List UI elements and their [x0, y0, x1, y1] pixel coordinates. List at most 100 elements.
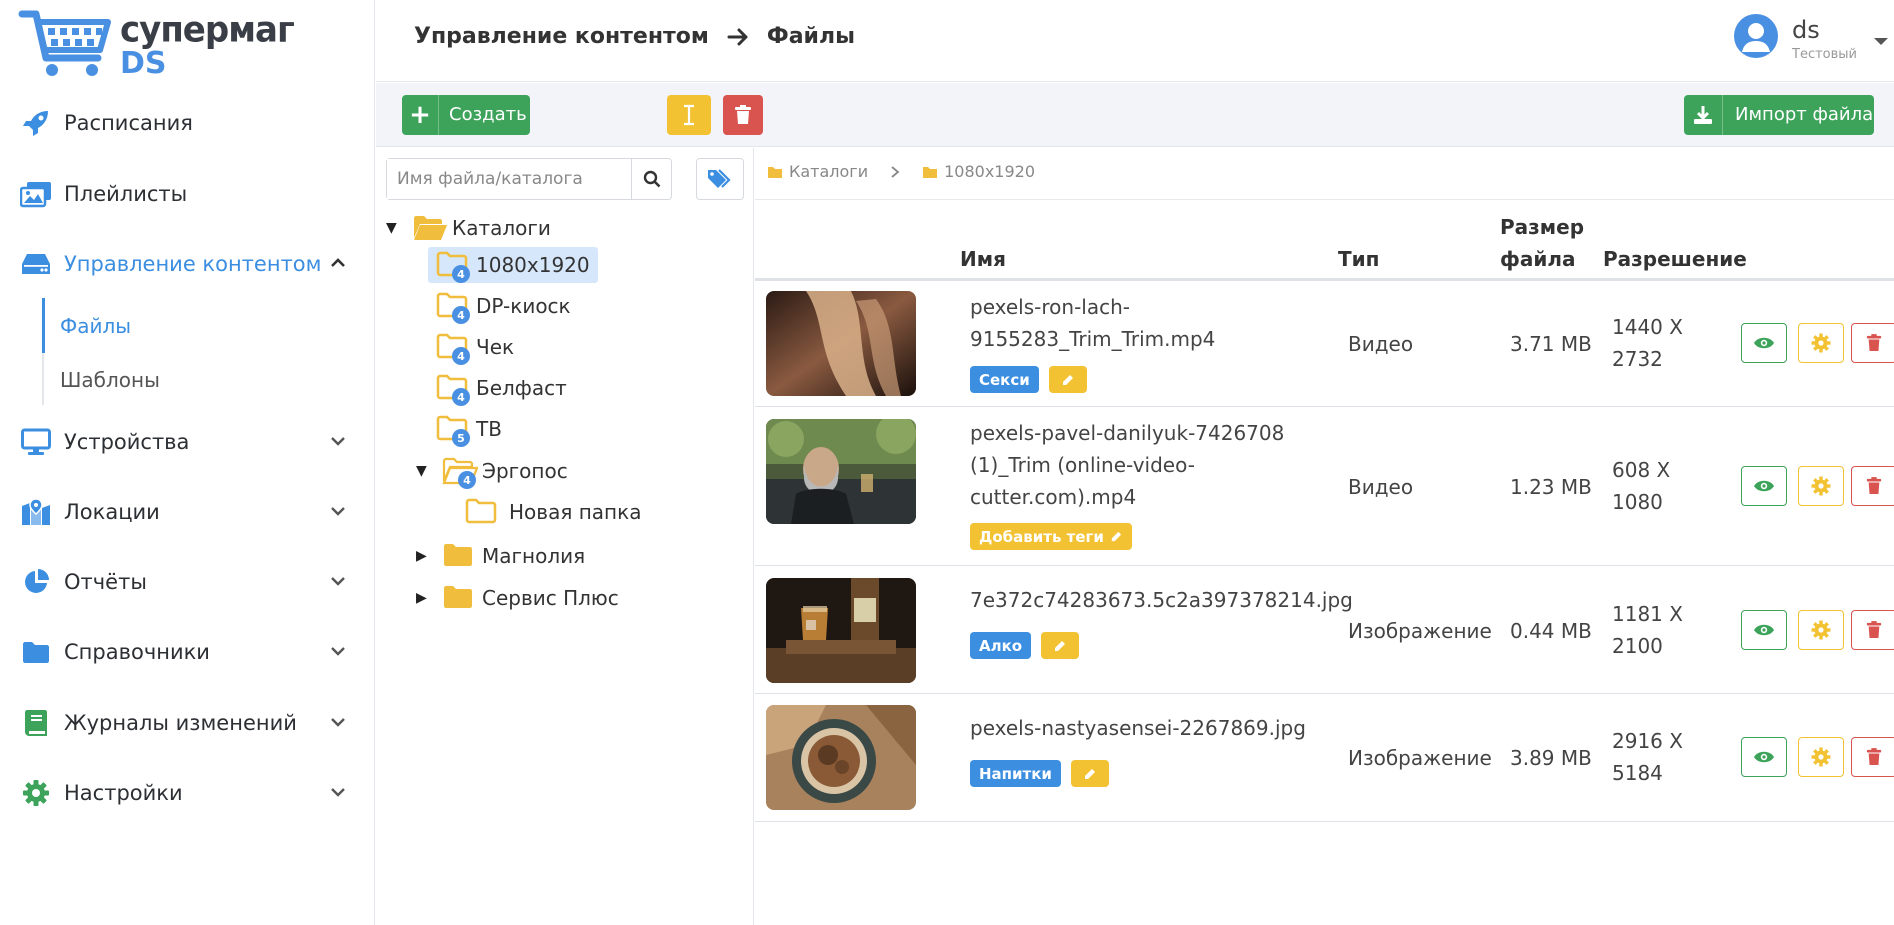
- edit-tags-button[interactable]: [1041, 632, 1080, 659]
- folder-outline-icon: 4: [436, 292, 472, 324]
- file-thumbnail[interactable]: [766, 291, 916, 396]
- search-input[interactable]: [387, 159, 632, 199]
- search-button[interactable]: [631, 159, 671, 199]
- table-row[interactable]: pexels-nastyasensei-2267869.jpg Напитки …: [755, 695, 1894, 822]
- file-thumbnail[interactable]: [766, 705, 916, 810]
- crumb-current[interactable]: 1080x1920: [922, 162, 1035, 181]
- chevron-down-icon: [331, 437, 345, 446]
- sidebar-item-locations[interactable]: Локации: [0, 487, 375, 537]
- sidebar-item-schedules[interactable]: Расписания: [0, 98, 375, 148]
- delete-file-button[interactable]: [1851, 737, 1894, 777]
- settings-button[interactable]: [1798, 610, 1844, 650]
- sidebar-item-references[interactable]: Справочники: [0, 627, 375, 677]
- column-header-resolution[interactable]: Разрешение: [1603, 247, 1747, 271]
- file-thumbnail[interactable]: [766, 419, 916, 524]
- chevron-down-icon: [331, 788, 345, 797]
- column-header-size-line2[interactable]: файла: [1500, 247, 1576, 271]
- tree-node-folder[interactable]: 4 1080x1920: [428, 247, 598, 283]
- delete-file-button[interactable]: [1851, 466, 1894, 506]
- tree-node-folder[interactable]: ▼ 4 Эргопос: [416, 453, 568, 489]
- tag-badge[interactable]: Секси: [970, 366, 1039, 393]
- table-row[interactable]: 7e372c74283673.5c2a397378214.jpg Алко Из…: [755, 567, 1894, 694]
- preview-button[interactable]: [1741, 466, 1787, 506]
- caret-down-icon: ▼: [416, 463, 427, 479]
- top-header: Управление контентом Файлы ds Тестовый: [376, 0, 1894, 82]
- tree-node-folder[interactable]: 4 DP-киоск: [436, 288, 571, 324]
- folder-icon: [768, 166, 782, 178]
- create-button[interactable]: + Создать: [402, 95, 530, 135]
- table-row[interactable]: pexels-ron-lach- 9155283_Trim_Trim.mp4 С…: [755, 281, 1894, 407]
- folder-outline-icon: 4: [436, 251, 472, 283]
- preview-button[interactable]: [1741, 737, 1787, 777]
- file-size: 1.23 MB: [1510, 475, 1592, 499]
- preview-button[interactable]: [1741, 323, 1787, 363]
- file-type: Видео: [1348, 332, 1414, 356]
- sidebar-item-reports[interactable]: Отчёты: [0, 557, 375, 607]
- column-header-size-line1[interactable]: Размер: [1500, 215, 1584, 239]
- pie-chart-icon: [20, 566, 52, 598]
- delete-file-button[interactable]: [1851, 610, 1894, 650]
- sidebar-item-settings[interactable]: Настройки: [0, 768, 375, 818]
- settings-button[interactable]: [1798, 323, 1844, 363]
- submenu-line: [42, 353, 44, 405]
- edit-tags-button[interactable]: [1070, 760, 1109, 787]
- gear-icon: [1811, 747, 1831, 767]
- pencil-icon: [1055, 640, 1066, 651]
- import-file-button[interactable]: Импорт файла: [1684, 95, 1874, 135]
- eye-icon: [1754, 480, 1774, 492]
- file-type: Видео: [1348, 475, 1414, 499]
- tree-node-folder[interactable]: 4 Чек: [436, 329, 514, 365]
- gear-icon: [1811, 333, 1831, 353]
- file-name-line: pexels-pavel-danilyuk-7426708: [970, 421, 1285, 445]
- rename-button[interactable]: [667, 95, 711, 135]
- add-tags-button[interactable]: Добавить теги: [970, 523, 1132, 550]
- sidebar-subitem-files[interactable]: Файлы: [60, 314, 131, 338]
- sidebar-item-content-management[interactable]: Управление контентом: [0, 239, 375, 289]
- tree-node-folder[interactable]: ▶ Сервис Плюс: [416, 580, 619, 616]
- rocket-icon: [20, 107, 52, 139]
- page-title: Файлы: [766, 24, 855, 49]
- preview-button[interactable]: [1741, 610, 1787, 650]
- file-thumbnail[interactable]: [766, 578, 916, 683]
- table-row[interactable]: pexels-pavel-danilyuk-7426708 (1)_Trim (…: [755, 408, 1894, 566]
- file-resolution: 2916 X 5184: [1612, 725, 1683, 789]
- tree-node-folder[interactable]: 4 Белфаст: [436, 370, 567, 406]
- delete-button[interactable]: [723, 95, 763, 135]
- file-size: 3.71 MB: [1510, 332, 1592, 356]
- tree-node-folder[interactable]: 5 ТВ: [436, 411, 502, 447]
- file-resolution: 608 X 1080: [1612, 454, 1670, 518]
- sidebar-item-playlists[interactable]: Плейлисты: [0, 169, 375, 219]
- crumb-catalogs[interactable]: Каталоги: [767, 162, 868, 181]
- delete-file-button[interactable]: [1851, 323, 1894, 363]
- caret-down-icon: [1874, 38, 1888, 45]
- breadcrumb-section[interactable]: Управление контентом: [414, 24, 709, 49]
- settings-button[interactable]: [1798, 737, 1844, 777]
- tag-badge[interactable]: Алко: [970, 632, 1032, 659]
- column-header-type[interactable]: Тип: [1338, 247, 1379, 271]
- folder-icon: [442, 542, 478, 570]
- edit-tags-button[interactable]: [1048, 366, 1087, 393]
- tag-badge[interactable]: Напитки: [970, 760, 1061, 787]
- sidebar-item-devices[interactable]: Устройства: [0, 417, 375, 467]
- resolution-line: 2100: [1612, 634, 1663, 658]
- folder-breadcrumb: Каталоги 1080x1920: [767, 162, 1035, 181]
- sidebar-item-label: Плейлисты: [64, 182, 188, 206]
- folder-tree-panel: ▼ Каталоги 4 1080x1920 4 DP-киоск 4 Чек …: [376, 148, 754, 925]
- tree-node-folder[interactable]: Новая папка: [465, 494, 641, 530]
- settings-button[interactable]: [1798, 466, 1844, 506]
- eye-icon: [1754, 337, 1774, 349]
- tree-node-folder[interactable]: ▶ Магнолия: [416, 538, 585, 574]
- user-menu[interactable]: ds Тестовый: [1734, 12, 1894, 68]
- file-resolution: 1181 X 2100: [1612, 598, 1683, 662]
- sidebar-item-label: Справочники: [64, 640, 210, 664]
- file-size: 0.44 MB: [1510, 619, 1592, 643]
- count-badge: 4: [452, 306, 470, 324]
- sidebar-subitem-templates[interactable]: Шаблоны: [60, 368, 160, 392]
- column-header-name[interactable]: Имя: [960, 247, 1006, 271]
- sidebar-item-label: Управление контентом: [64, 252, 322, 276]
- logo[interactable]: супермаг DS: [18, 8, 295, 81]
- page-breadcrumb: Управление контентом Файлы: [414, 24, 855, 49]
- sidebar-item-changelogs[interactable]: Журналы изменений: [0, 698, 375, 748]
- tags-filter-button[interactable]: [696, 158, 744, 200]
- tree-node-root[interactable]: ▼ Каталоги: [386, 210, 551, 246]
